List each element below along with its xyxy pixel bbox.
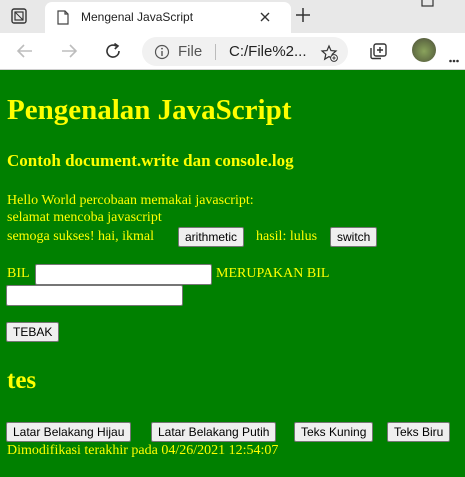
collections-icon[interactable]: [367, 40, 389, 62]
section-title: tes: [7, 367, 37, 394]
info-icon[interactable]: [154, 44, 170, 60]
arithmetic-button[interactable]: arithmetic: [178, 227, 245, 247]
more-icon[interactable]: [449, 50, 459, 63]
address-bar[interactable]: File C:/File%2...: [142, 37, 348, 66]
output-line-3-prefix: semoga sukses! hai, ikmal: [7, 229, 154, 244]
address-url[interactable]: C:/File%2...: [229, 43, 307, 60]
bg-white-button[interactable]: Latar Belakang Putih: [151, 422, 277, 442]
page-content: Pengenalan JavaScript Contoh document.wr…: [0, 70, 465, 477]
refresh-icon[interactable]: [102, 40, 124, 62]
page-favicon-icon: [57, 10, 69, 25]
address-divider: [215, 44, 216, 60]
browser-toolbar: File C:/File%2...: [0, 33, 465, 70]
browser-tab[interactable]: Mengenal JavaScript: [45, 2, 291, 33]
address-scheme-label: File: [178, 43, 203, 60]
text-yellow-button[interactable]: Teks Kuning: [294, 422, 374, 442]
tebak-button[interactable]: TEBAK: [6, 322, 60, 342]
tab-bar: Mengenal JavaScript: [0, 0, 465, 33]
window-restore-icon[interactable]: [421, 0, 435, 8]
arrow-right-icon[interactable]: [58, 40, 80, 62]
plus-icon[interactable]: [294, 6, 312, 24]
page-title: Pengenalan JavaScript: [7, 94, 292, 126]
output-line-1: Hello World percobaan memakai javascript…: [7, 193, 254, 208]
text-blue-button[interactable]: Teks Biru: [387, 422, 451, 442]
page-subtitle: Contoh document.write dan console.log: [7, 151, 294, 170]
bg-green-button[interactable]: Latar Belakang Hijau: [6, 422, 132, 442]
close-icon[interactable]: [258, 10, 272, 24]
avatar[interactable]: [412, 38, 436, 62]
result-input[interactable]: [6, 285, 183, 306]
bil-label: BIL: [7, 266, 30, 281]
bil-input[interactable]: [35, 264, 212, 285]
star-plus-icon[interactable]: [320, 44, 338, 62]
last-modified-text: Dimodifikasi terakhir pada 04/26/2021 12…: [7, 443, 279, 458]
arrow-left-icon[interactable]: [14, 40, 36, 62]
switch-button[interactable]: switch: [330, 227, 378, 247]
merupakan-label: MERUPAKAN BIL: [216, 266, 330, 281]
tab-title: Mengenal JavaScript: [81, 10, 194, 24]
output-line-2: selamat mencoba javascript: [7, 210, 162, 225]
tab-actions-icon[interactable]: [10, 7, 28, 25]
output-line-3-result: hasil: lulus: [256, 229, 318, 244]
